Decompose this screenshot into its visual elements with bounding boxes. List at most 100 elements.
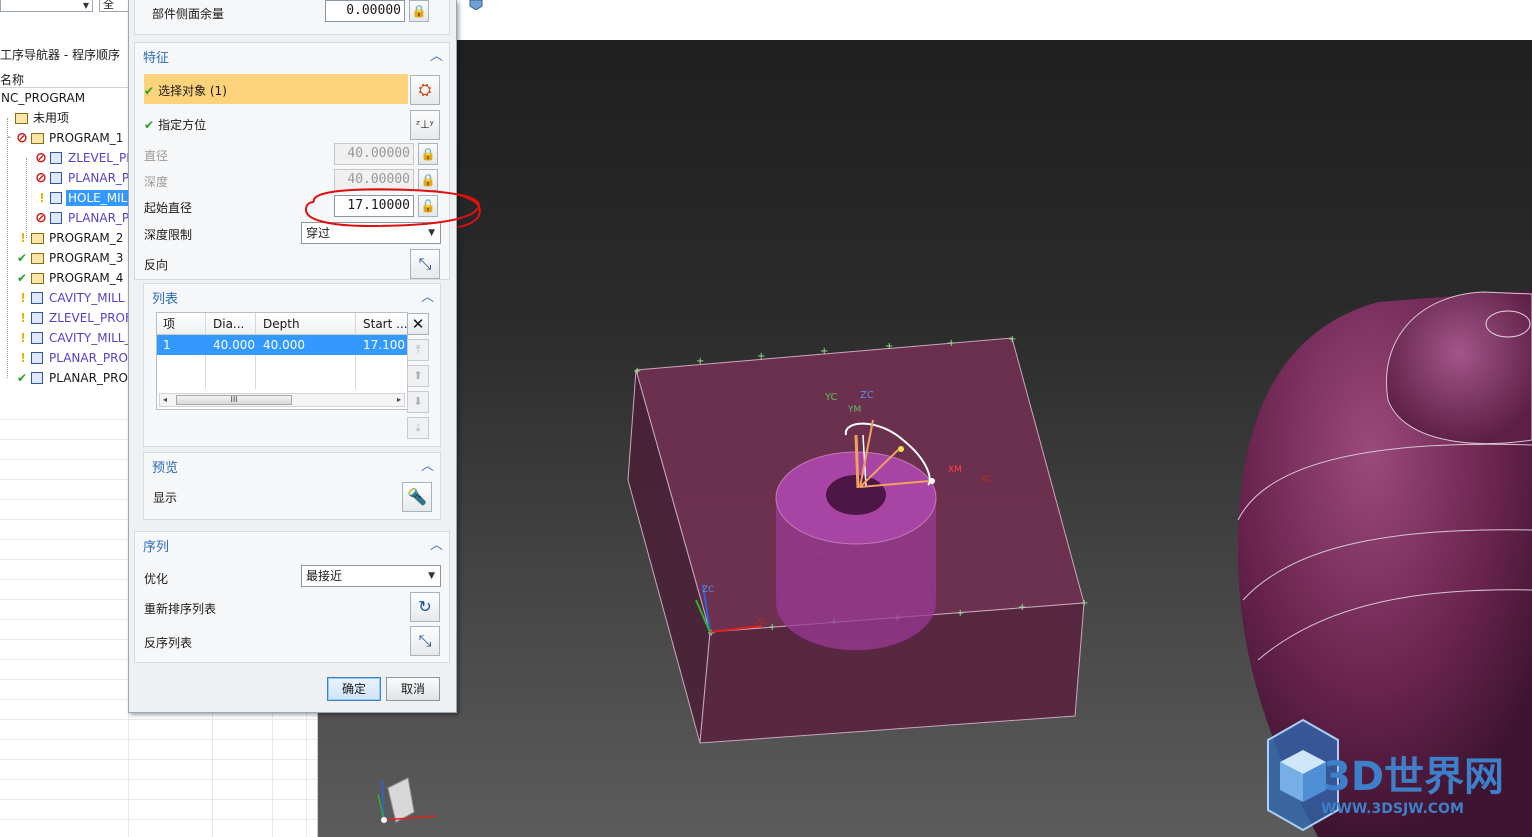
select-object-text: 选择对象 (1) <box>158 84 227 98</box>
collapse-chevron-icon[interactable]: ︿ <box>421 455 434 474</box>
scroll-right-icon[interactable]: ▸ <box>397 394 401 406</box>
cancel-button[interactable]: 取消 <box>386 677 440 701</box>
navigator-title: 工序导航器 - 程序顺序 <box>0 48 120 62</box>
feature-list-table[interactable]: 项 Dia... Depth Start ... 1 40.000 40.000… <box>156 312 408 410</box>
list-section: 列表 ︿ 项 Dia... Depth Start ... 1 40.000 4… <box>143 283 441 447</box>
checkmark-icon: ✔ <box>144 84 155 98</box>
ok-button[interactable]: 确定 <box>327 677 381 701</box>
operation-icon <box>31 352 43 364</box>
feature-section: 特征 ︿ ✔ 选择对象 (1) ⛭ ✔ 指定方位 ᶻ⊥ʸ 直径 40.00000 🔒… <box>134 42 450 280</box>
tree-item-label: CAVITY_MILL <box>49 291 125 305</box>
preview-section: 预览 ︿ 显示 🔦 <box>143 452 441 520</box>
tree-item-label: 未用项 <box>33 111 70 125</box>
watermark-url: WWW.3DSJW.COM <box>1321 801 1464 817</box>
depth-limit-label: 深度限制 <box>144 228 193 242</box>
column-header-start[interactable]: Start ... <box>357 314 407 334</box>
svg-text:+: + <box>1080 598 1088 609</box>
collapse-chevron-icon[interactable]: ︿ <box>421 286 434 305</box>
graphics-viewport[interactable]: ++++ +++ ++++ +++ YC ZC YM XM <box>318 40 1532 837</box>
move-to-bottom-icon[interactable]: ⤓ <box>407 417 429 439</box>
svg-text:+: + <box>633 366 641 377</box>
specify-orientation-label: ✔ 指定方位 <box>144 116 206 133</box>
type-filter-dropdown[interactable]: ▼ <box>0 0 93 12</box>
horizontal-scrollbar[interactable]: ◂ III ▸ <box>159 393 405 407</box>
folder-icon <box>31 253 44 264</box>
xm-axis-label: XM <box>948 465 962 475</box>
lock-icon[interactable]: 🔒 <box>409 0 429 22</box>
scope-dropdown[interactable]: 全 <box>99 0 129 12</box>
optimize-value: 最接近 <box>306 569 343 583</box>
no-entry-status-icon: ⊘ <box>35 150 47 166</box>
move-up-icon[interactable]: ⬆ <box>407 365 429 387</box>
scroll-thumb[interactable]: III <box>176 395 292 405</box>
tree-item-label: CAVITY_MILL_ <box>49 331 131 345</box>
table-cell: 17.100 <box>363 338 405 352</box>
column-header-item[interactable]: 项 <box>157 314 205 334</box>
move-to-top-icon[interactable]: ⤒ <box>407 339 429 361</box>
model-canvas[interactable]: ++++ +++ ++++ +++ YC ZC YM XM <box>318 40 1532 837</box>
depth-label: 深度 <box>144 175 169 189</box>
hole-milling-dialog: 部件侧面余量 0.00000 🔒 特征 ︿ ✔ 选择对象 (1) ⛭ ✔ 指定方位 … <box>128 0 457 713</box>
preview-section-header[interactable]: 预览 <box>152 457 178 476</box>
svg-text:+: + <box>768 622 776 633</box>
svg-text:+: + <box>1018 602 1026 613</box>
part-side-stock-input[interactable]: 0.00000 <box>325 0 405 22</box>
delete-icon[interactable]: ✕ <box>407 313 429 335</box>
stock-section: 部件侧面余量 0.00000 🔒 <box>134 0 450 35</box>
feature-section-header[interactable]: 特征 <box>143 47 169 66</box>
scroll-left-icon[interactable]: ◂ <box>163 394 167 406</box>
folder-icon <box>31 273 44 284</box>
warning-status-icon: ! <box>20 331 26 345</box>
tree-item-label: PLANAR_P <box>68 171 130 185</box>
scope-value: 全 <box>103 0 114 11</box>
no-entry-status-icon: ⊘ <box>16 130 28 146</box>
folder-icon <box>31 133 44 144</box>
zc-axis-label: ZC <box>860 390 874 401</box>
folder-icon <box>31 233 44 244</box>
move-down-icon[interactable]: ⬇ <box>407 391 429 413</box>
tree-item-label: PROGRAM_1 <box>49 131 124 145</box>
svg-text:+: + <box>947 338 955 349</box>
flashlight-icon[interactable]: 🔦 <box>402 482 432 512</box>
wcs-zc-label: ZC <box>702 585 714 595</box>
sequence-section-header[interactable]: 序列 <box>143 536 169 555</box>
select-feature-icon[interactable]: ⛭ <box>410 75 440 105</box>
operation-icon <box>31 312 43 324</box>
operation-icon <box>50 172 62 184</box>
folder-icon <box>15 113 28 124</box>
warning-status-icon: ! <box>20 351 26 365</box>
csys-icon[interactable]: ᶻ⊥ʸ <box>410 110 440 140</box>
table-cell: 40.000 <box>213 338 255 352</box>
yc-axis-label: YC <box>824 392 838 403</box>
collapse-icon[interactable]: - <box>2 131 16 145</box>
lock-closed-icon[interactable]: 🔒 <box>418 143 438 165</box>
operation-icon <box>50 152 62 164</box>
view-triad-icon[interactable] <box>377 777 437 823</box>
operation-icon <box>31 332 43 344</box>
tree-item-label: PLANAR_PROI <box>49 351 132 365</box>
operation-icon <box>31 372 43 384</box>
list-section-header[interactable]: 列表 <box>152 288 178 307</box>
cube-icon[interactable] <box>466 0 486 10</box>
red-annotation-circle <box>304 188 480 228</box>
collapse-chevron-icon[interactable]: ︿ <box>430 534 443 553</box>
reverse-direction-icon[interactable]: ⤡ <box>410 249 440 279</box>
diameter-input[interactable]: 40.00000 <box>334 143 414 165</box>
reorder-list-label: 重新排序列表 <box>144 602 217 616</box>
reverse-list-icon[interactable]: ⤡ <box>410 626 440 656</box>
xc-axis-label: XC <box>980 474 993 485</box>
operation-icon <box>50 212 62 224</box>
specify-orientation-text: 指定方位 <box>158 118 207 132</box>
watermark-title: 3D世界网 <box>1323 754 1504 800</box>
tree-item-label: PROGRAM_2 <box>49 231 124 245</box>
collapse-chevron-icon[interactable]: ︿ <box>430 45 443 64</box>
ym-axis-label: YM <box>847 405 861 415</box>
optimize-select[interactable]: 最接近 ▼ <box>301 565 441 587</box>
tree-item-label: ZLEVEL_PR <box>68 151 135 165</box>
refresh-icon[interactable]: ↻ <box>410 592 440 622</box>
svg-text:+: + <box>1008 334 1016 345</box>
warning-status-icon: ! <box>20 231 26 245</box>
operation-icon <box>50 192 62 204</box>
column-header-diameter[interactable]: Dia... <box>207 314 255 334</box>
column-header-depth[interactable]: Depth <box>257 314 355 334</box>
